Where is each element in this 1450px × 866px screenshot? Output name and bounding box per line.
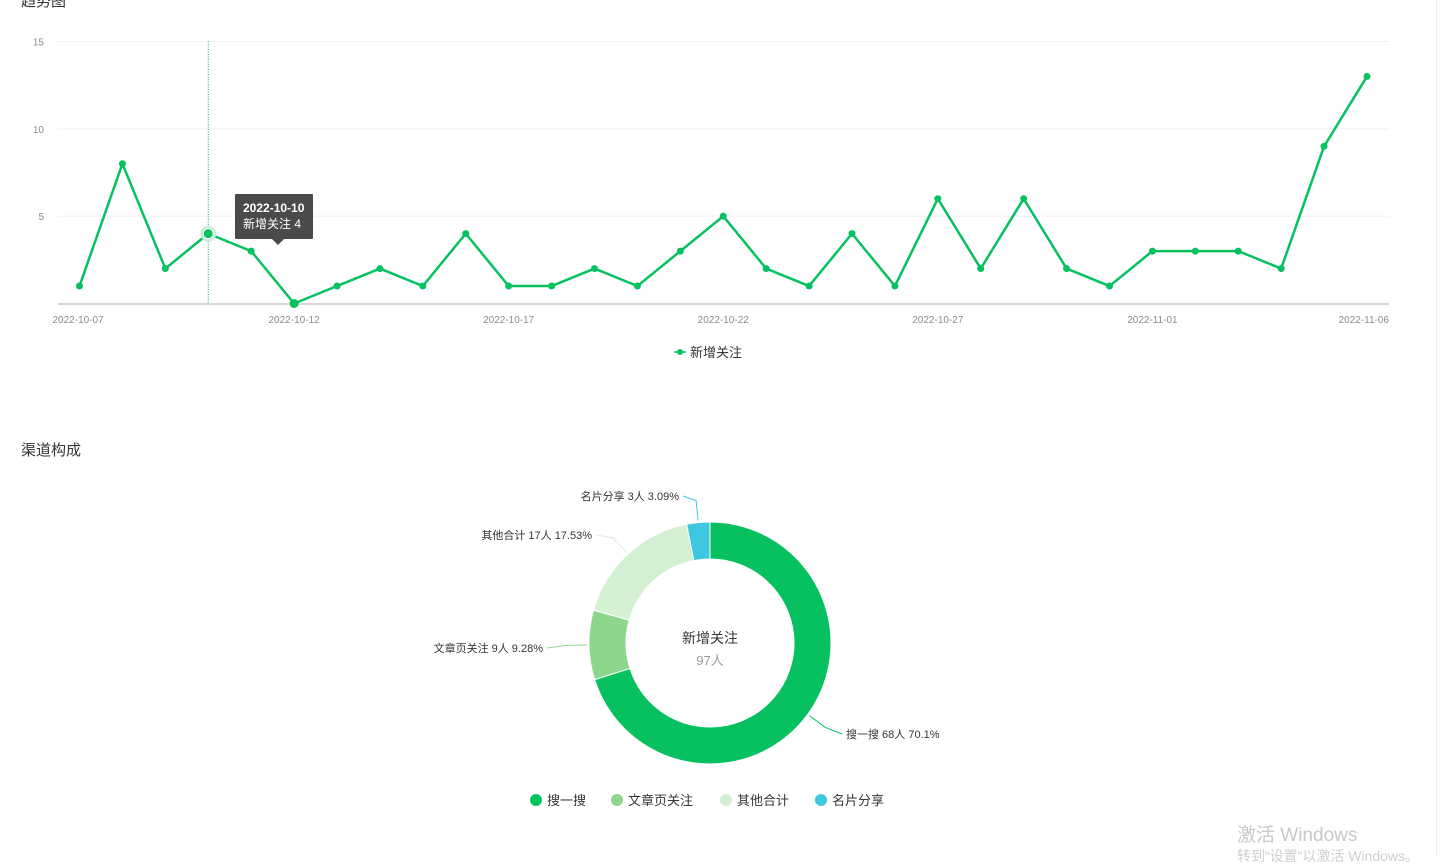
donut-center-value: 97人 [696, 653, 723, 668]
donut-slice[interactable] [588, 609, 631, 681]
legend-label: 名片分享 [832, 793, 884, 808]
legend-swatch [720, 794, 732, 806]
windows-activation-hint: 转到“设置”以激活 Windows。 [1237, 848, 1420, 864]
slice-leader-line [546, 644, 588, 649]
slice-leader-line [595, 534, 627, 553]
slice-label: 名片分享 3人 3.09% [581, 489, 680, 503]
donut-legend-item[interactable]: 其他合计 [720, 793, 789, 808]
channel-donut-chart: 搜一搜 68人 70.1% 文章页关注 9人 9.28% 其他合计 17人 17.5… [434, 489, 940, 808]
slice-label: 其他合计 17人 17.53% [481, 528, 592, 542]
donut-legend-item[interactable]: 文章页关注 [611, 793, 693, 808]
slice-leader-line [682, 495, 699, 521]
donut-center-title: 新增关注 [682, 630, 738, 646]
donut-legend-item[interactable]: 名片分享 [815, 793, 884, 808]
slice-label: 搜一搜 68人 70.1% [846, 727, 940, 741]
scrollbar-track[interactable] [1436, 0, 1437, 856]
legend-label: 搜一搜 [547, 793, 586, 808]
slice-label: 文章页关注 9人 9.28% [434, 641, 544, 655]
legend-swatch [530, 794, 542, 806]
legend-swatch [815, 794, 827, 806]
legend-label: 文章页关注 [628, 793, 693, 808]
windows-activation-watermark: 激活 Windows [1237, 825, 1358, 846]
legend-label: 其他合计 [737, 793, 789, 808]
legend-swatch [611, 794, 623, 806]
slice-leader-line [808, 715, 843, 735]
donut-legend-item[interactable]: 搜一搜 [530, 793, 586, 808]
donut-slice[interactable] [592, 523, 695, 621]
